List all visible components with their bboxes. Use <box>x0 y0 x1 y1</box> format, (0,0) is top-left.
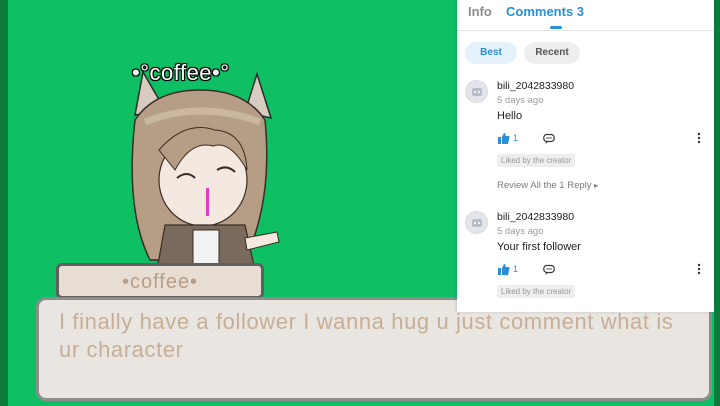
thumbs-up-icon <box>498 133 510 144</box>
comment-text: Your first follower <box>497 241 581 253</box>
avatar[interactable] <box>465 80 488 103</box>
comment-time: 5 days ago <box>497 226 544 237</box>
name-plate: •coffee• <box>56 263 264 299</box>
like-button[interactable]: 1 <box>497 263 523 277</box>
character-illustration <box>131 69 280 271</box>
like-count: 1 <box>513 133 519 143</box>
dialogue-text: I finally have a follower I wanna hug u … <box>59 309 674 362</box>
tab-info[interactable]: Info <box>468 4 492 19</box>
thumbs-up-icon <box>498 264 510 275</box>
avatar[interactable] <box>465 211 488 234</box>
like-button[interactable]: 1 <box>497 132 523 146</box>
liked-by-creator-badge: Liked by the creator <box>497 154 576 167</box>
comment-username[interactable]: bili_2042833980 <box>497 211 574 223</box>
frame-edge-right <box>714 0 720 406</box>
dialogue-box: I finally have a follower I wanna hug u … <box>36 297 712 401</box>
avatar-placeholder-icon <box>472 88 482 96</box>
more-vertical-icon[interactable] <box>697 263 701 275</box>
comment-bubble-icon[interactable] <box>543 133 555 145</box>
name-plate-text: •coffee• <box>121 271 199 293</box>
liked-by-creator-badge: Liked by the creator <box>497 285 576 298</box>
tab-comments[interactable]: Comments 3 <box>506 4 584 19</box>
like-count: 1 <box>513 264 519 274</box>
chevron-right-icon: ▸ <box>594 181 599 190</box>
more-vertical-icon[interactable] <box>697 132 701 144</box>
comment-username[interactable]: bili_2042833980 <box>497 80 574 92</box>
avatar-placeholder-icon <box>472 219 482 227</box>
panel-tabs: Info Comments 3 <box>457 0 714 31</box>
view-replies-label: Review All the 1 Reply <box>497 180 592 191</box>
comment-item: bili_2042833980 5 days ago Hello 1 Liked… <box>457 80 714 191</box>
frame-edge-left <box>0 0 8 406</box>
comment-text: Hello <box>497 110 523 122</box>
active-tab-indicator <box>550 26 562 29</box>
sort-recent-button[interactable]: Recent <box>524 42 580 64</box>
view-replies-link[interactable]: Review All the 1 Reply ▸ <box>497 180 598 191</box>
character-title: •°coffee•° <box>132 60 230 85</box>
comment-bubble-icon[interactable] <box>543 264 555 276</box>
comment-item: bili_2042833980 5 days ago Your first fo… <box>457 211 714 301</box>
video-frame: •°coffee•° •coffee• I finally have a fol… <box>0 0 720 406</box>
comments-panel: Info Comments 3 Best Recent bili_2042833… <box>457 0 714 312</box>
sort-best-button[interactable]: Best <box>465 42 517 64</box>
comment-time: 5 days ago <box>497 95 544 106</box>
